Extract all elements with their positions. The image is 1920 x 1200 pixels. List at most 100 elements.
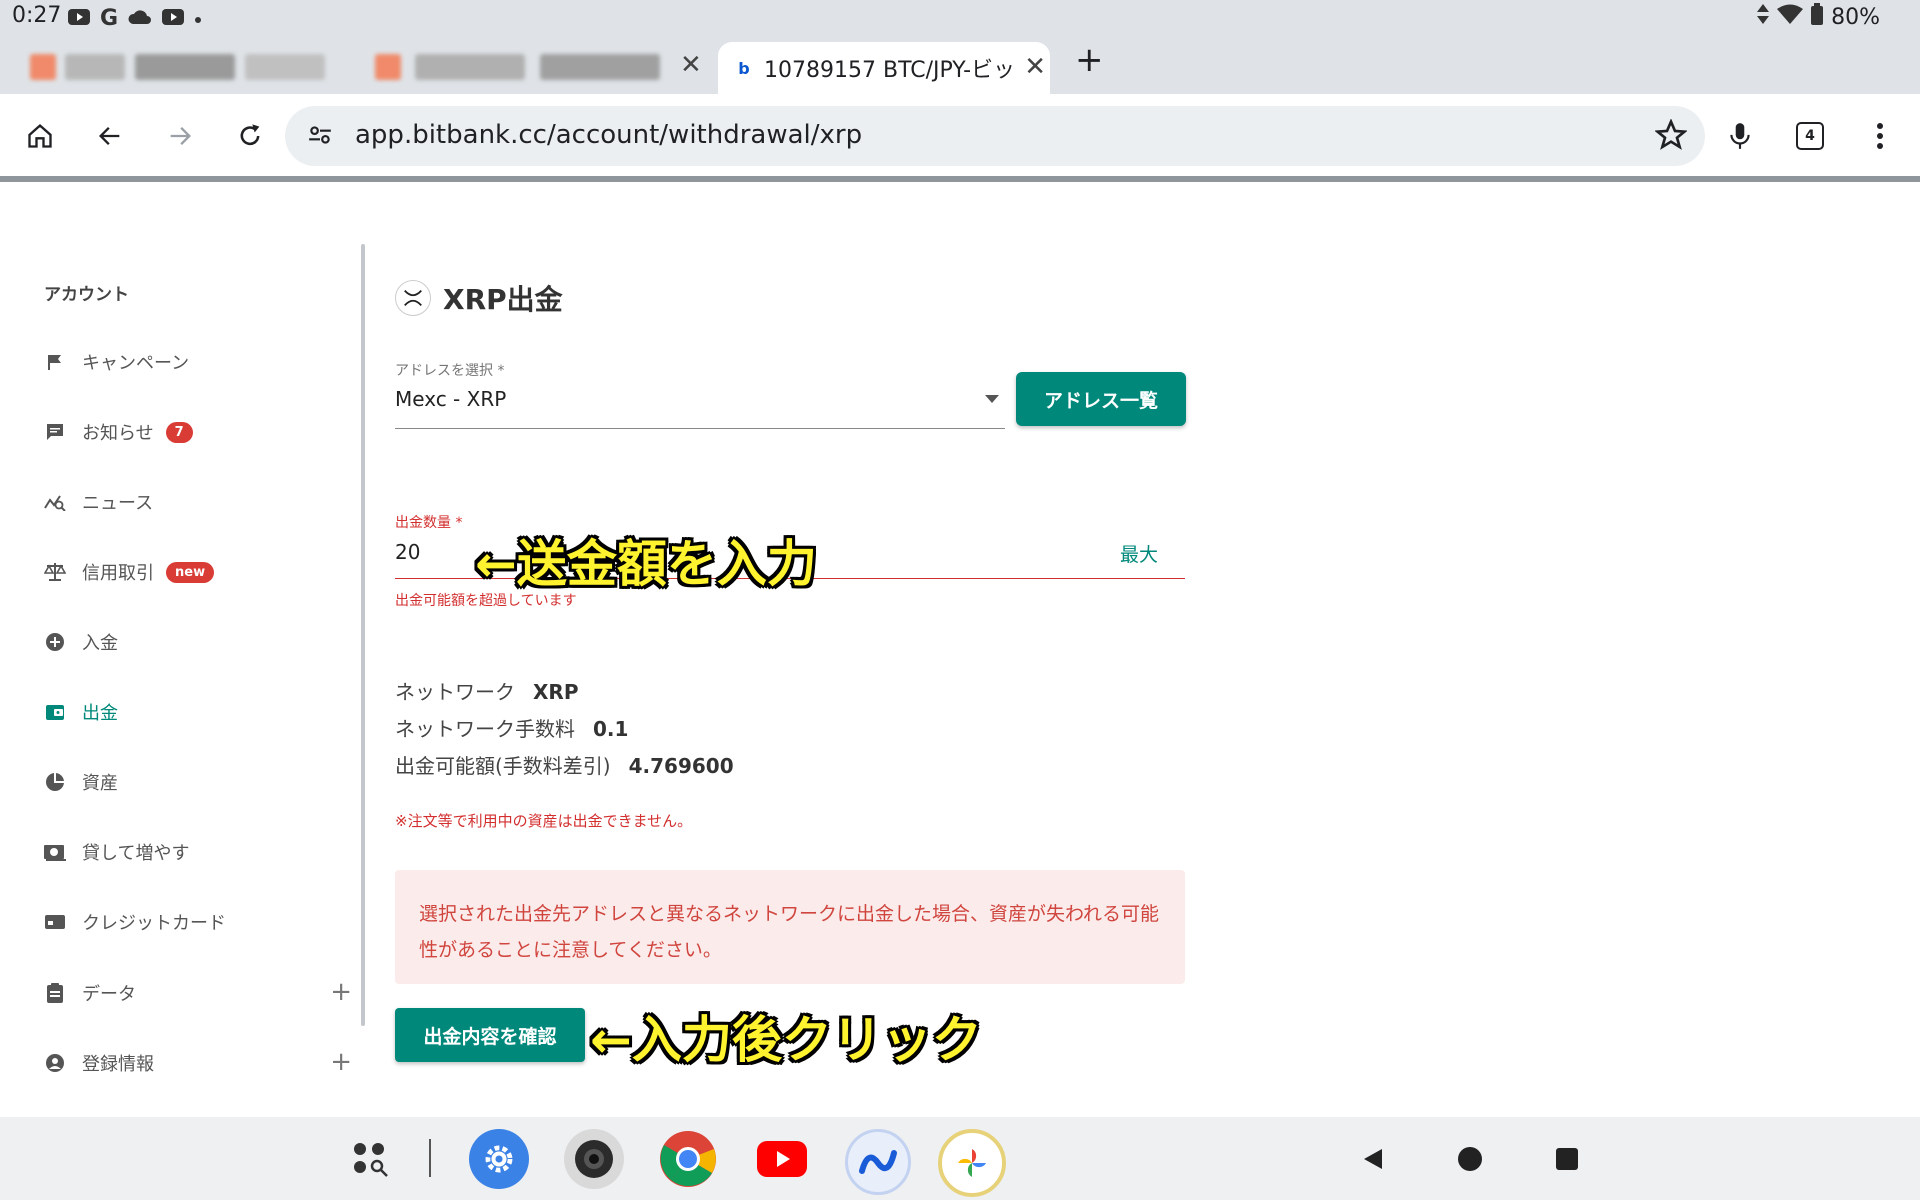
tab-count: 4	[1796, 122, 1824, 150]
address-list-button[interactable]: アドレス一覧	[1016, 372, 1186, 426]
sidebar-item-withdrawal[interactable]: 出金	[42, 694, 352, 730]
sidebar-scrollbar[interactable]	[361, 244, 365, 1026]
scale-icon	[42, 559, 68, 585]
sidebar-item-label: データ	[82, 984, 136, 1005]
tab-close-button[interactable]: ✕	[1024, 52, 1046, 82]
flag-icon	[42, 349, 68, 375]
card-icon	[42, 909, 68, 935]
sidebar-item-data[interactable]: データ +	[42, 975, 352, 1011]
dropdown-caret-icon[interactable]	[985, 395, 999, 403]
network-value: XRP	[533, 680, 579, 704]
sidebar-item-label: 入金	[82, 633, 118, 654]
account-icon	[42, 1050, 68, 1076]
site-settings-icon[interactable]	[307, 122, 333, 152]
app-drawer-icon[interactable]	[340, 1129, 400, 1189]
camera-app-icon[interactable]	[564, 1129, 624, 1189]
bitbank-favicon-icon: b	[738, 58, 750, 78]
message-icon	[42, 419, 68, 445]
cloud-icon	[128, 9, 152, 29]
sidebar-item-label: 資産	[82, 773, 118, 794]
youtube-app-icon[interactable]	[752, 1129, 812, 1189]
url-text: app.bitbank.cc/account/withdrawal/xrp	[355, 120, 863, 150]
tab-blurred[interactable]	[20, 46, 670, 88]
menu-icon[interactable]	[1860, 116, 1900, 156]
network-label: ネットワーク	[395, 680, 515, 704]
sidebar-item-label: 信用取引	[82, 563, 154, 584]
forward-icon[interactable]	[160, 116, 200, 156]
fee-value: 0.1	[593, 717, 629, 741]
bookmark-star-icon[interactable]	[1654, 118, 1688, 155]
network-warning-box: 選択された出金先アドレスと異なるネットワークに出金した場合、資産が失われる可能性…	[395, 870, 1185, 984]
wifi-icon	[1777, 4, 1804, 30]
new-badge: new	[166, 561, 215, 583]
sidebar-item-notice[interactable]: お知らせ 7	[42, 414, 352, 450]
back-nav-icon[interactable]	[1342, 1129, 1402, 1189]
available-value: 4.769600	[628, 754, 734, 778]
tab-active[interactable]: b 10789157 BTC/JPY-ビッ ✕	[718, 42, 1050, 94]
reload-icon[interactable]	[230, 116, 270, 156]
home-nav-icon[interactable]	[1440, 1129, 1500, 1189]
recents-nav-icon[interactable]	[1537, 1129, 1597, 1189]
sidebar-item-lending[interactable]: 貸して増やす	[42, 834, 352, 870]
youtube-icon	[162, 8, 185, 29]
sidebar-item-registration[interactable]: 登録情報 +	[42, 1045, 352, 1081]
sidebar-item-deposit[interactable]: 入金	[42, 624, 352, 660]
tab-strip: ✕ b 10789157 BTC/JPY-ビッ ✕ +	[0, 34, 1920, 94]
tab-close-button[interactable]: ✕	[680, 50, 702, 80]
available-label: 出金可能額(手数料差引)	[395, 754, 611, 778]
assets-note: ※注文等で利用中の資産は出金できません。	[395, 812, 693, 830]
sidebar-item-label: クレジットカード	[82, 913, 226, 934]
status-time: 0:27	[12, 3, 62, 28]
max-amount-button[interactable]: 最大	[1120, 540, 1158, 567]
address-bar[interactable]: app.bitbank.cc/account/withdrawal/xrp	[285, 106, 1705, 166]
sidebar-item-credit-card[interactable]: クレジットカード	[42, 904, 352, 940]
pie-icon	[42, 769, 68, 795]
back-icon[interactable]	[90, 116, 130, 156]
address-select-label: アドレスを選択 *	[395, 363, 505, 379]
wallet-icon	[42, 699, 68, 725]
photos-app-icon[interactable]	[938, 1129, 1006, 1197]
address-select[interactable]: Mexc - XRP	[395, 387, 506, 411]
expand-icon[interactable]: +	[330, 977, 352, 1007]
signal-icon	[1757, 4, 1770, 30]
mic-icon[interactable]	[1720, 116, 1760, 156]
status-bar: 0:27 G 80%	[0, 0, 1920, 34]
withdrawal-form: XRP出金 アドレスを選択 * Mexc - XRP アドレス一覧 出金数量 *…	[395, 182, 1195, 1117]
confirm-withdrawal-button[interactable]: 出金内容を確認	[395, 1008, 585, 1062]
plus-circle-icon	[42, 629, 68, 655]
dot-icon	[194, 9, 202, 28]
sidebar-item-margin[interactable]: 信用取引 new	[42, 554, 352, 590]
amount-label: 出金数量 *	[395, 515, 463, 531]
browser-toolbar: app.bitbank.cc/account/withdrawal/xrp 4	[0, 94, 1920, 178]
tab-switcher-button[interactable]: 4	[1790, 116, 1830, 156]
news-icon	[42, 489, 68, 515]
sidebar-item-assets[interactable]: 資産	[42, 764, 352, 800]
page-header: XRP出金	[395, 278, 563, 318]
sidebar-title: アカウント	[44, 285, 129, 305]
notice-count-badge: 7	[165, 421, 193, 443]
tab-title: 10789157 BTC/JPY-ビッ	[764, 58, 1016, 83]
chrome-app-icon[interactable]	[658, 1129, 718, 1189]
sidebar-item-label: 貸して増やす	[82, 843, 190, 864]
sidebar-item-label: 出金	[82, 703, 118, 724]
available-row: 出金可能額(手数料差引) 4.769600	[395, 750, 734, 779]
fee-row: ネットワーク手数料 0.1	[395, 713, 628, 742]
account-sidebar: アカウント キャンペーン お知らせ 7 ニュース 信用取引 new 入金 出金 …	[0, 182, 370, 1117]
sidebar-item-campaign[interactable]: キャンペーン	[42, 344, 352, 380]
new-tab-button[interactable]: +	[1075, 40, 1104, 80]
android-taskbar	[0, 1117, 1920, 1200]
meta-app-icon[interactable]	[845, 1129, 911, 1195]
annotation-confirm: ←入力後クリック	[590, 1011, 982, 1069]
page-title: XRP出金	[443, 283, 563, 316]
sidebar-item-label: 登録情報	[82, 1054, 154, 1075]
sidebar-item-label: ニュース	[82, 493, 154, 514]
settings-app-icon[interactable]	[469, 1129, 529, 1189]
battery-percent: 80%	[1831, 4, 1880, 30]
expand-icon[interactable]: +	[330, 1047, 352, 1077]
network-row: ネットワーク XRP	[395, 676, 578, 705]
sidebar-item-news[interactable]: ニュース	[42, 484, 352, 520]
xrp-logo-icon	[395, 280, 431, 316]
amount-input[interactable]: 20	[395, 540, 420, 564]
fee-label: ネットワーク手数料	[395, 717, 575, 741]
home-icon[interactable]	[20, 116, 60, 156]
